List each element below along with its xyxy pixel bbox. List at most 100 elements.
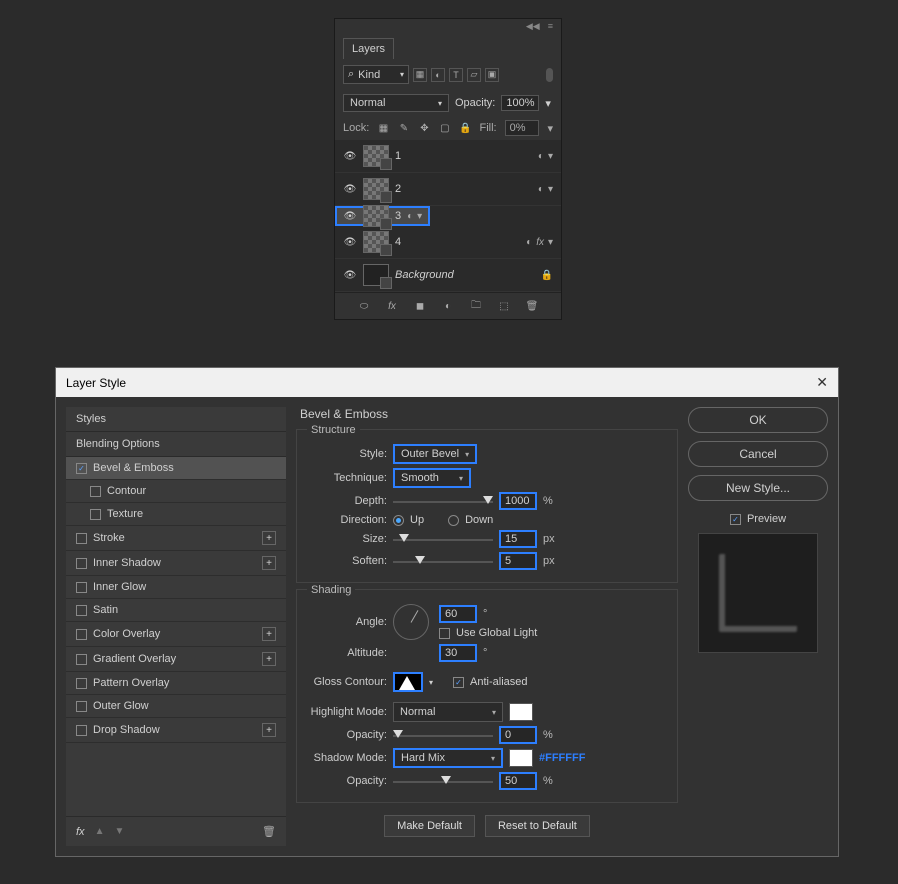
layer-thumb[interactable] (363, 178, 389, 200)
lock-all-icon[interactable]: 🔒 (459, 121, 471, 135)
soften-slider[interactable] (393, 555, 493, 567)
visibility-icon[interactable]: 👁 (343, 209, 357, 223)
chevron-down-icon[interactable]: ▾ (548, 184, 553, 195)
opacity-input[interactable]: 100% (501, 95, 539, 111)
chevron-down-icon[interactable]: ▾ (547, 122, 553, 135)
blend-mode-select[interactable]: Normal ▾ (343, 94, 449, 112)
filter-adjust-icon[interactable]: ◐ (431, 68, 445, 82)
add-effect-icon[interactable]: + (262, 652, 276, 666)
gloss-contour-select[interactable] (393, 672, 423, 692)
cancel-button[interactable]: Cancel (688, 441, 828, 467)
checkbox[interactable] (76, 533, 87, 544)
group-icon[interactable]: 🗀 (469, 299, 483, 313)
filter-pixel-icon[interactable]: ▦ (413, 68, 427, 82)
global-light-checkbox[interactable] (439, 628, 450, 639)
layer-row[interactable]: 👁 4 ◐fx▾ (335, 226, 561, 259)
filter-toggle[interactable] (546, 68, 553, 82)
chevron-down-icon[interactable]: ▾ (548, 237, 553, 248)
layers-tab[interactable]: Layers (343, 38, 394, 59)
checkbox[interactable] (76, 678, 87, 689)
add-effect-icon[interactable]: + (262, 723, 276, 737)
filter-type-icon[interactable]: T (449, 68, 463, 82)
lock-transparent-icon[interactable]: ▦ (377, 121, 389, 135)
preview-checkbox[interactable] (730, 514, 741, 525)
lock-move-icon[interactable]: ✥ (418, 121, 430, 135)
layer-row[interactable]: 👁 1 ◐▾ (335, 140, 561, 173)
technique-select[interactable]: Smooth ▾ (393, 468, 471, 488)
new-style-button[interactable]: New Style... (688, 475, 828, 501)
checkbox[interactable] (76, 654, 87, 665)
checkbox[interactable] (76, 582, 87, 593)
highlight-opacity-input[interactable]: 0 (499, 726, 537, 744)
chevron-down-icon[interactable]: ▾ (548, 151, 553, 162)
depth-slider[interactable] (393, 495, 493, 507)
size-slider[interactable] (393, 533, 493, 545)
arrow-down-icon[interactable]: ▼ (114, 826, 124, 837)
dialog-titlebar[interactable]: Layer Style ✕ (56, 368, 838, 397)
filter-smart-icon[interactable]: ▣ (485, 68, 499, 82)
antialias-checkbox[interactable] (453, 677, 464, 688)
highlight-opacity-slider[interactable] (393, 729, 493, 741)
adjustment-icon[interactable]: ◐ (441, 299, 455, 313)
highlight-mode-select[interactable]: Normal ▾ (393, 702, 503, 722)
layer-thumb[interactable] (363, 145, 389, 167)
visibility-icon[interactable]: 👁 (343, 182, 357, 196)
soften-input[interactable]: 5 (499, 552, 537, 570)
shadow-mode-select[interactable]: Hard Mix ▾ (393, 748, 503, 768)
effect-inner-shadow[interactable]: Inner Shadow + (66, 551, 286, 576)
effect-gradient-overlay[interactable]: Gradient Overlay + (66, 647, 286, 672)
trash-icon[interactable]: 🗑 (262, 825, 276, 838)
filter-shape-icon[interactable]: ▱ (467, 68, 481, 82)
visibility-icon[interactable]: 👁 (343, 268, 357, 282)
visibility-icon[interactable]: 👁 (343, 235, 357, 249)
add-effect-icon[interactable]: + (262, 531, 276, 545)
layer-thumb[interactable] (363, 231, 389, 253)
effect-satin[interactable]: Satin (66, 599, 286, 622)
size-input[interactable]: 15 (499, 530, 537, 548)
blending-options[interactable]: Blending Options (66, 432, 286, 457)
effect-pattern-overlay[interactable]: Pattern Overlay (66, 672, 286, 695)
checkbox[interactable] (76, 725, 87, 736)
direction-down-radio[interactable] (448, 515, 459, 526)
lock-artboard-icon[interactable]: ▢ (439, 121, 451, 135)
chevron-down-icon[interactable]: ▾ (545, 97, 551, 110)
angle-widget[interactable] (393, 604, 429, 640)
mask-icon[interactable]: ◼ (413, 299, 427, 313)
effect-color-overlay[interactable]: Color Overlay + (66, 622, 286, 647)
reset-default-button[interactable]: Reset to Default (485, 815, 590, 837)
layer-thumb[interactable] (363, 264, 389, 286)
add-effect-icon[interactable]: + (262, 556, 276, 570)
effect-bevel-emboss[interactable]: Bevel & Emboss (66, 457, 286, 480)
close-icon[interactable]: ✕ (816, 374, 828, 391)
checkbox[interactable] (76, 605, 87, 616)
new-layer-icon[interactable]: ⬚ (497, 299, 511, 313)
effect-outer-glow[interactable]: Outer Glow (66, 695, 286, 718)
checkbox[interactable] (76, 629, 87, 640)
altitude-input[interactable]: 30 (439, 644, 477, 662)
shadow-opacity-slider[interactable] (393, 775, 493, 787)
effect-drop-shadow[interactable]: Drop Shadow + (66, 718, 286, 743)
chevron-down-icon[interactable]: ▾ (417, 211, 422, 222)
fx-icon[interactable]: fx (76, 826, 85, 838)
fill-input[interactable]: 0% (505, 120, 540, 136)
layer-row[interactable]: 👁 3 ◐▾ (335, 206, 430, 226)
arrow-up-icon[interactable]: ▲ (95, 826, 105, 837)
effect-contour[interactable]: Contour (66, 480, 286, 503)
lock-paint-icon[interactable]: ✎ (398, 121, 410, 135)
checkbox[interactable] (76, 463, 87, 474)
checkbox[interactable] (90, 486, 101, 497)
ok-button[interactable]: OK (688, 407, 828, 433)
filter-kind-select[interactable]: ⌕ Kind ▾ (343, 65, 409, 84)
checkbox[interactable] (76, 558, 87, 569)
highlight-color-swatch[interactable] (509, 703, 533, 721)
shadow-color-swatch[interactable] (509, 749, 533, 767)
effect-inner-glow[interactable]: Inner Glow (66, 576, 286, 599)
depth-input[interactable]: 1000 (499, 492, 537, 510)
link-layers-icon[interactable]: ⬭ (357, 299, 371, 313)
layer-row[interactable]: 👁 2 ◐▾ (335, 173, 561, 206)
panel-menu-icon[interactable]: ≡ (548, 21, 553, 32)
fx-icon[interactable]: fx (385, 299, 399, 313)
visibility-icon[interactable]: 👁 (343, 149, 357, 163)
add-effect-icon[interactable]: + (262, 627, 276, 641)
make-default-button[interactable]: Make Default (384, 815, 475, 837)
